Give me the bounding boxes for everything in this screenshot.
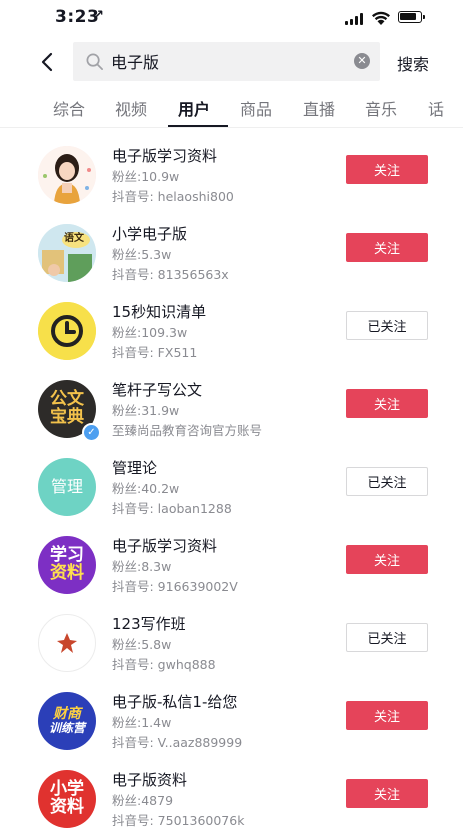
following-button[interactable]: 已关注 bbox=[346, 623, 428, 652]
avatar-label-line2: 训练营 bbox=[48, 721, 85, 736]
follower-count: 粉丝:5.8w bbox=[112, 637, 172, 652]
avatar-label-line2: 资料 bbox=[50, 797, 84, 817]
tab-comprehensive[interactable]: 综合 bbox=[53, 96, 85, 120]
avatar[interactable] bbox=[38, 614, 96, 672]
follow-button[interactable]: 关注 bbox=[346, 233, 428, 262]
active-tab-indicator bbox=[168, 125, 228, 127]
teacher-illustration-icon bbox=[38, 146, 96, 204]
follow-button[interactable]: 关注 bbox=[346, 545, 428, 574]
user-row[interactable]: 学习 资料 电子版学习资料 粉丝:8.3w 抖音号: 916639002V 关注 bbox=[0, 530, 463, 608]
douyin-id: 抖音号: gwhq888 bbox=[112, 657, 216, 672]
avatar-label-line2: 宝典 bbox=[50, 407, 84, 427]
following-button[interactable]: 已关注 bbox=[346, 467, 428, 496]
search-submit-button[interactable]: 搜索 bbox=[397, 51, 429, 75]
user-row[interactable]: 小学 资料 电子版资料 粉丝:4879 抖音号: 7501360076k 关注 bbox=[0, 764, 463, 837]
user-name[interactable]: 管理论 bbox=[112, 457, 157, 478]
user-row[interactable]: 管理 管理论 粉丝:40.2w 抖音号: laoban1288 已关注 bbox=[0, 452, 463, 530]
back-arrow-icon[interactable] bbox=[36, 50, 60, 74]
search-input[interactable] bbox=[111, 51, 331, 70]
avatar[interactable] bbox=[38, 146, 96, 204]
avatar[interactable] bbox=[38, 302, 96, 360]
douyin-id: 抖音号: 81356563x bbox=[112, 267, 229, 282]
user-row[interactable]: 公文 宝典 ✓ 笔杆子写公文 粉丝:31.9w 至臻尚品教育咨询官方账号 关注 bbox=[0, 374, 463, 452]
following-button[interactable]: 已关注 bbox=[346, 311, 428, 340]
user-name[interactable]: 123写作班 bbox=[112, 613, 186, 634]
clear-search-icon[interactable]: ✕ bbox=[354, 53, 370, 69]
follower-count: 粉丝:31.9w bbox=[112, 403, 180, 418]
clock-icon bbox=[38, 302, 96, 360]
user-row[interactable]: 财商 训练营 电子版-私信1-给您 粉丝:1.4w 抖音号: V..aaz889… bbox=[0, 686, 463, 764]
avatar[interactable]: 小学 资料 bbox=[38, 770, 96, 828]
follower-count: 粉丝:4879 bbox=[112, 793, 174, 808]
user-name[interactable]: 电子版学习资料 bbox=[112, 535, 217, 556]
tab-music[interactable]: 音乐 bbox=[365, 96, 397, 120]
avatar-label-line2: 资料 bbox=[50, 563, 84, 583]
verified-badge-icon: ✓ bbox=[82, 423, 101, 442]
tab-products[interactable]: 商品 bbox=[240, 96, 272, 120]
verification-description: 至臻尚品教育咨询官方账号 bbox=[112, 423, 263, 438]
status-bar: 3:23 ↗ bbox=[0, 0, 463, 36]
follower-count: 粉丝:10.9w bbox=[112, 169, 180, 184]
user-row[interactable]: 电子版学习资料 粉丝:10.9w 抖音号: helaoshi800 关注 bbox=[0, 140, 463, 218]
user-name[interactable]: 电子版资料 bbox=[112, 769, 187, 790]
douyin-id: 抖音号: FX511 bbox=[112, 345, 198, 360]
avatar-label: 管理 bbox=[50, 476, 83, 496]
tab-videos[interactable]: 视频 bbox=[115, 96, 147, 120]
tab-topics[interactable]: 话 bbox=[428, 96, 444, 120]
user-name[interactable]: 笔杆子写公文 bbox=[112, 379, 202, 400]
douyin-id: 抖音号: 916639002V bbox=[112, 579, 238, 594]
user-row[interactable]: 123写作班 粉丝:5.8w 抖音号: gwhq888 已关注 bbox=[0, 608, 463, 686]
follow-button[interactable]: 关注 bbox=[346, 389, 428, 418]
douyin-id: 抖音号: helaoshi800 bbox=[112, 189, 234, 204]
battery-icon bbox=[398, 11, 425, 23]
search-box[interactable]: ✕ bbox=[73, 42, 380, 81]
user-name[interactable]: 电子版-私信1-给您 bbox=[112, 691, 237, 712]
tab-live[interactable]: 直播 bbox=[303, 96, 335, 120]
user-row[interactable]: 15秒知识清单 粉丝:109.3w 抖音号: FX511 已关注 bbox=[0, 296, 463, 374]
avatar[interactable]: 财商 训练营 bbox=[38, 692, 96, 750]
search-header: ✕ 搜索 bbox=[0, 42, 463, 82]
leaf-icon bbox=[57, 633, 77, 653]
user-row[interactable]: 语文 小学电子版 粉丝:5.3w 抖音号: 81356563x 关注 bbox=[0, 218, 463, 296]
cellular-signal-icon bbox=[345, 13, 365, 25]
follower-count: 粉丝:1.4w bbox=[112, 715, 172, 730]
follow-button[interactable]: 关注 bbox=[346, 701, 428, 730]
user-name[interactable]: 15秒知识清单 bbox=[112, 301, 206, 322]
avatar-label: 语文 bbox=[64, 233, 84, 244]
search-icon bbox=[86, 53, 103, 70]
avatar-label-line1: 财商 bbox=[53, 706, 81, 723]
follower-count: 粉丝:5.3w bbox=[112, 247, 172, 262]
follow-button[interactable]: 关注 bbox=[346, 155, 428, 184]
avatar[interactable]: 管理 bbox=[38, 458, 96, 516]
douyin-id: 抖音号: laoban1288 bbox=[112, 501, 232, 516]
search-result-tabs: 综合 视频 用户 商品 直播 音乐 话 bbox=[0, 96, 463, 128]
wifi-icon bbox=[372, 11, 390, 25]
avatar[interactable]: 学习 资料 bbox=[38, 536, 96, 594]
tab-users[interactable]: 用户 bbox=[178, 96, 210, 120]
douyin-id: 抖音号: V..aaz889999 bbox=[112, 735, 243, 750]
follower-count: 粉丝:8.3w bbox=[112, 559, 172, 574]
user-name[interactable]: 电子版学习资料 bbox=[112, 145, 217, 166]
location-arrow-icon: ↗ bbox=[93, 8, 104, 23]
follower-count: 粉丝:109.3w bbox=[112, 325, 188, 340]
avatar[interactable]: 语文 bbox=[38, 224, 96, 282]
douyin-id: 抖音号: 7501360076k bbox=[112, 813, 245, 828]
follow-button[interactable]: 关注 bbox=[346, 779, 428, 808]
follower-count: 粉丝:40.2w bbox=[112, 481, 180, 496]
user-name[interactable]: 小学电子版 bbox=[112, 223, 187, 244]
